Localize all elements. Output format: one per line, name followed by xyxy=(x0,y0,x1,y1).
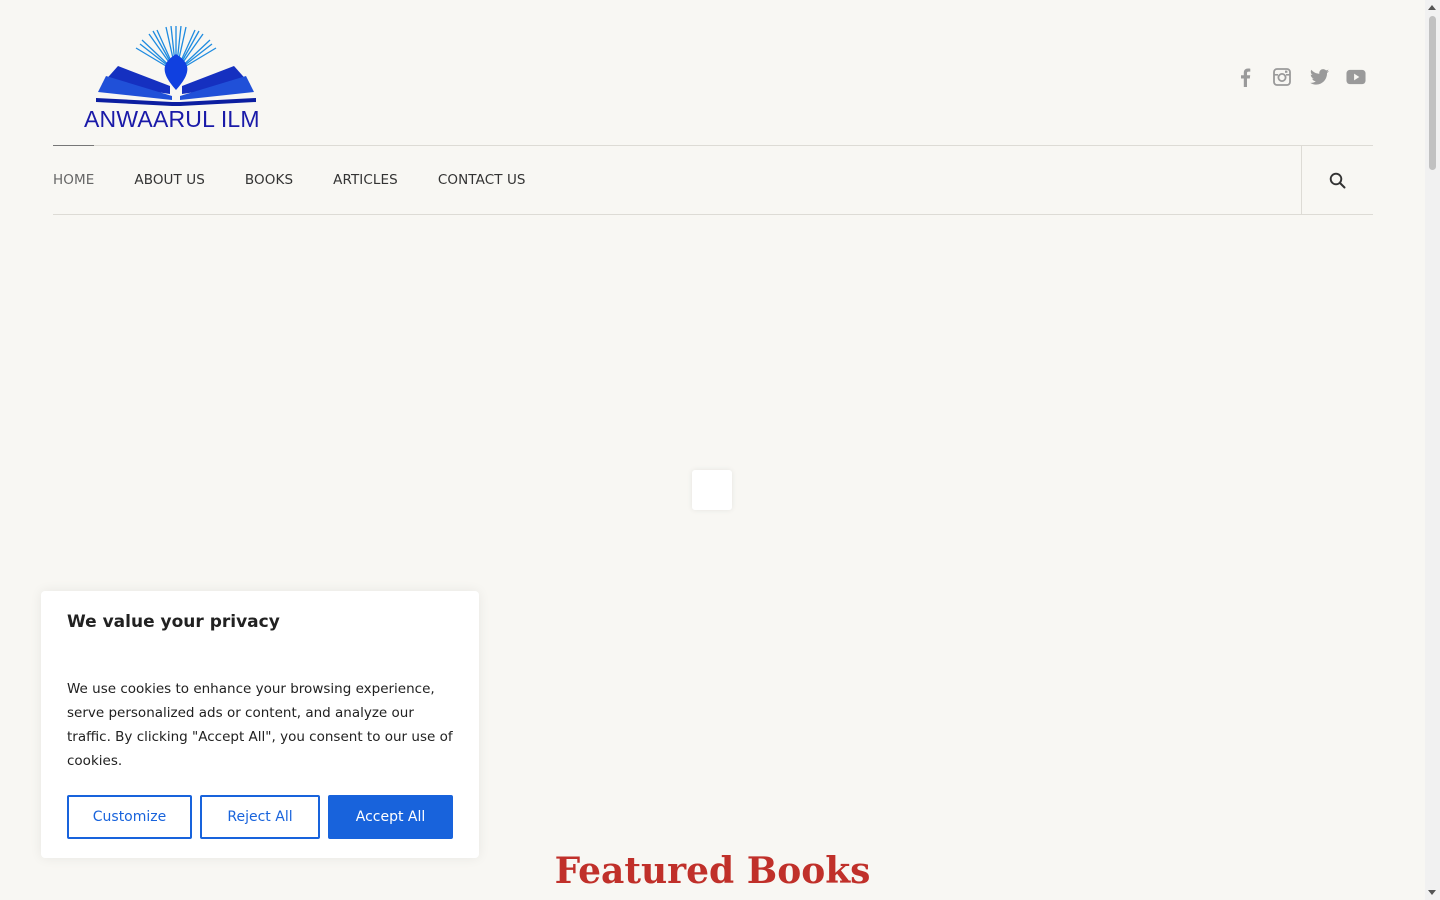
logo-emblem-icon xyxy=(96,25,256,106)
nav-item-home[interactable]: HOME xyxy=(53,145,95,214)
nav-item-books[interactable]: BOOKS xyxy=(245,146,293,214)
loading-placeholder xyxy=(692,470,732,510)
nav-item-about-us[interactable]: ABOUT US xyxy=(134,146,205,214)
customize-button[interactable]: Customize xyxy=(67,795,192,839)
search-icon xyxy=(1329,172,1346,188)
main-navigation: HOME ABOUT US BOOKS ARTICLES CONTACT US xyxy=(53,145,1373,215)
site-logo[interactable]: ANWAARUL ILM xyxy=(84,25,268,134)
twitter-icon[interactable] xyxy=(1309,66,1329,88)
cookie-consent-banner: We value your privacy We use cookies to … xyxy=(41,591,479,858)
reject-all-button[interactable]: Reject All xyxy=(200,795,320,839)
nav-item-contact-us[interactable]: CONTACT US xyxy=(438,146,526,214)
youtube-icon[interactable] xyxy=(1346,66,1366,88)
cookie-title: We value your privacy xyxy=(67,612,280,632)
page: ANWAARUL ILM HOME ABOUT US BOOKS ARTICLE… xyxy=(0,0,1440,900)
cookie-buttons: Customize Reject All Accept All xyxy=(67,795,453,839)
search-button[interactable] xyxy=(1301,146,1373,214)
nav-menu: HOME ABOUT US BOOKS ARTICLES CONTACT US xyxy=(53,145,566,214)
accept-all-button[interactable]: Accept All xyxy=(328,795,453,839)
scroll-up-arrow-icon[interactable] xyxy=(1428,5,1436,10)
cookie-description: We use cookies to enhance your browsing … xyxy=(67,681,453,769)
instagram-icon[interactable] xyxy=(1272,66,1292,88)
logo-text: ANWAARUL ILM xyxy=(84,106,260,132)
scrollbar-thumb[interactable] xyxy=(1429,16,1436,170)
facebook-icon[interactable] xyxy=(1235,66,1255,88)
page-scrollbar[interactable] xyxy=(1425,0,1440,900)
nav-item-articles[interactable]: ARTICLES xyxy=(333,146,398,214)
scroll-down-arrow-icon[interactable] xyxy=(1428,890,1436,895)
social-links xyxy=(1235,66,1366,88)
